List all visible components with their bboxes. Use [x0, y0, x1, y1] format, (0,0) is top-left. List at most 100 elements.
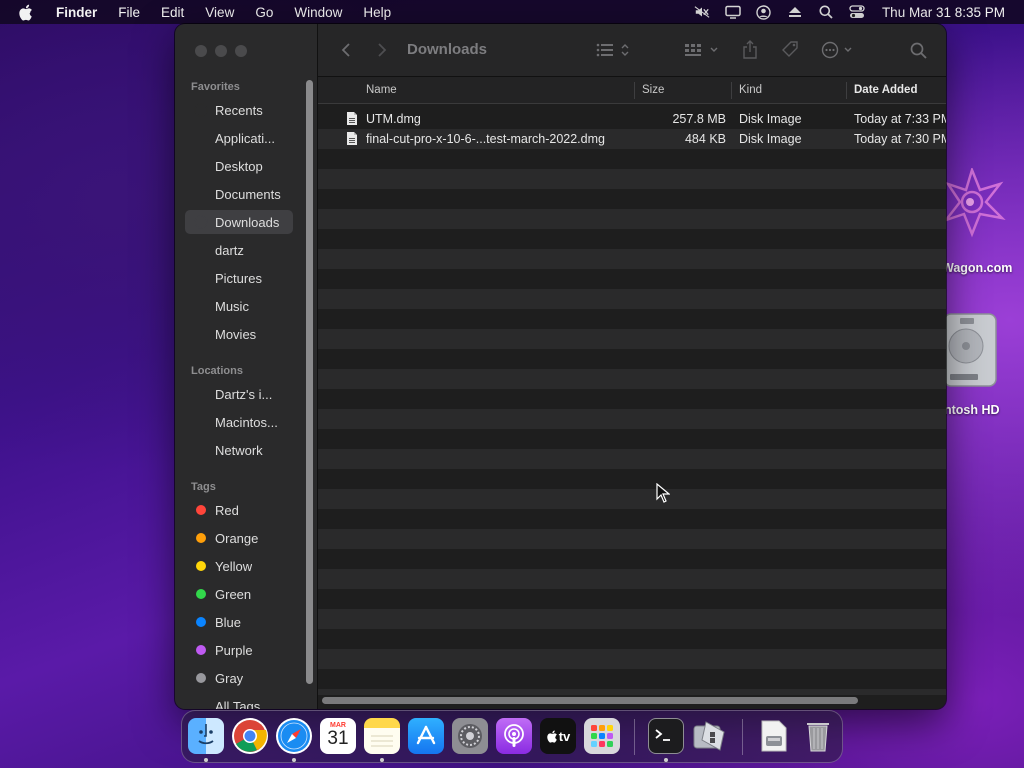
mute-icon[interactable] [694, 4, 710, 20]
sidebar-section-locations: Locations [191, 365, 243, 377]
sidebar-item-home[interactable]: dartz [185, 238, 293, 262]
sidebar-scrollbar[interactable] [306, 80, 313, 684]
menu-help[interactable]: Help [363, 5, 391, 20]
menu-view[interactable]: View [205, 5, 234, 20]
back-chevron-icon[interactable] [338, 41, 354, 59]
tag-dot-icon [193, 502, 209, 518]
sidebar-tag-all[interactable]: All Tags... [185, 694, 293, 710]
sidebar-item-recents[interactable]: Recents [185, 98, 293, 122]
podcasts-app-icon[interactable] [496, 718, 532, 754]
sidebar-item-desktop[interactable]: Desktop [185, 154, 293, 178]
column-separator[interactable] [634, 82, 635, 99]
empty-row [318, 329, 946, 349]
minimize-window-button[interactable] [215, 45, 227, 57]
file-size: 484 KB [684, 132, 726, 146]
table-row[interactable]: final-cut-pro-x-10-6-...test-march-2022.… [318, 129, 946, 149]
desktop-item-label: Wagon.com [942, 261, 1013, 275]
sidebar-item-downloads[interactable]: Downloads [185, 210, 293, 234]
menubar-clock[interactable]: Thu Mar 31 8:35 PM [882, 5, 1005, 20]
tag-color-dot [196, 589, 206, 599]
column-separator[interactable] [731, 82, 732, 99]
app-store-icon[interactable] [408, 718, 444, 754]
sidebar-tag-blue[interactable]: Blue [185, 610, 293, 634]
column-name-header[interactable]: Name [366, 84, 397, 96]
sidebar-tag-purple[interactable]: Purple [185, 638, 293, 662]
terminal-app-icon[interactable] [648, 718, 684, 754]
sidebar-item-label: Downloads [215, 214, 280, 230]
sidebar: Favorites Recents Applicati... Desktop D… [175, 24, 318, 709]
launchpad-app-icon[interactable] [584, 718, 620, 754]
boot-camp-app-icon[interactable] [692, 718, 728, 754]
system-preferences-icon[interactable] [452, 718, 488, 754]
photo-icon [193, 270, 209, 286]
empty-row [318, 249, 946, 269]
dock-separator [742, 719, 743, 755]
sidebar-item-documents[interactable]: Documents [185, 182, 293, 206]
menu-go[interactable]: Go [255, 5, 273, 20]
apple-tv-app-icon[interactable]: tv [540, 718, 576, 754]
laptop-icon [193, 386, 209, 402]
sidebar-tag-orange[interactable]: Orange [185, 526, 293, 550]
notes-app-icon[interactable] [364, 718, 400, 754]
sidebar-item-movies[interactable]: Movies [185, 322, 293, 346]
sidebar-tag-yellow[interactable]: Yellow [185, 554, 293, 578]
column-kind-header[interactable]: Kind [739, 84, 762, 96]
display-icon[interactable] [725, 4, 741, 20]
running-indicator [204, 758, 208, 762]
menu-bar: Finder File Edit View Go Window Help Thu… [0, 0, 1024, 24]
more-actions-icon[interactable] [821, 41, 857, 59]
sidebar-item-label: Green [215, 586, 252, 602]
sidebar-item-computer[interactable]: Dartz's i... [185, 382, 293, 406]
eject-icon[interactable] [787, 4, 803, 20]
tag-color-dot [196, 505, 206, 515]
hard-drive-icon[interactable] [942, 312, 998, 393]
control-center-icon[interactable] [849, 4, 865, 20]
close-window-button[interactable] [195, 45, 207, 57]
search-icon[interactable] [909, 41, 927, 59]
sidebar-item-macintosh-hd[interactable]: Macintos... [185, 410, 293, 434]
column-date-header[interactable]: Date Added [854, 84, 917, 96]
finder-window: Favorites Recents Applicati... Desktop D… [175, 24, 946, 709]
menu-file[interactable]: File [118, 5, 140, 20]
tag-icon[interactable] [780, 40, 802, 60]
sidebar-item-applications[interactable]: Applicati... [185, 126, 293, 150]
column-separator[interactable] [846, 82, 847, 99]
table-row[interactable]: UTM.dmg 257.8 MB Disk Image Today at 7:3… [318, 109, 946, 129]
sidebar-item-music[interactable]: Music [185, 294, 293, 318]
sidebar-item-network[interactable]: Network [185, 438, 293, 462]
menu-app-name[interactable]: Finder [56, 5, 97, 20]
calendar-app-icon[interactable]: MAR 31 [320, 718, 356, 754]
sidebar-item-label: Music [215, 298, 249, 314]
share-icon[interactable] [741, 39, 759, 61]
chrome-app-icon[interactable] [232, 718, 268, 754]
horizontal-scrollbar[interactable] [322, 697, 858, 704]
sidebar-item-label: Purple [215, 642, 253, 658]
desktop-logo-icon[interactable] [942, 166, 1006, 253]
sidebar-item-label: Gray [215, 670, 244, 686]
tag-dot-icon [193, 642, 209, 658]
user-icon[interactable] [756, 4, 772, 20]
sidebar-item-label: Network [215, 442, 263, 458]
trash-icon[interactable] [800, 718, 836, 754]
column-size-header[interactable]: Size [642, 84, 664, 96]
sidebar-item-pictures[interactable]: Pictures [185, 266, 293, 290]
empty-row [318, 649, 946, 669]
finder-app-icon[interactable] [188, 718, 224, 754]
sidebar-item-label: Macintos... [215, 414, 278, 430]
file-date: Today at 7:30 PM [854, 132, 946, 146]
apple-menu-icon[interactable] [18, 4, 36, 21]
zoom-window-button[interactable] [235, 45, 247, 57]
file-kind: Disk Image [739, 112, 802, 126]
sidebar-tag-green[interactable]: Green [185, 582, 293, 606]
forward-chevron-icon[interactable] [374, 41, 390, 59]
menu-edit[interactable]: Edit [161, 5, 184, 20]
sidebar-item-label: Dartz's i... [215, 386, 273, 402]
sidebar-tag-gray[interactable]: Gray [185, 666, 293, 690]
downloads-stack-icon[interactable] [756, 718, 792, 754]
safari-app-icon[interactable] [276, 718, 312, 754]
sidebar-tag-red[interactable]: Red [185, 498, 293, 522]
group-grid-icon[interactable] [684, 41, 722, 59]
list-view-icon[interactable] [596, 41, 634, 59]
menu-window[interactable]: Window [294, 5, 342, 20]
search-icon[interactable] [818, 4, 834, 20]
